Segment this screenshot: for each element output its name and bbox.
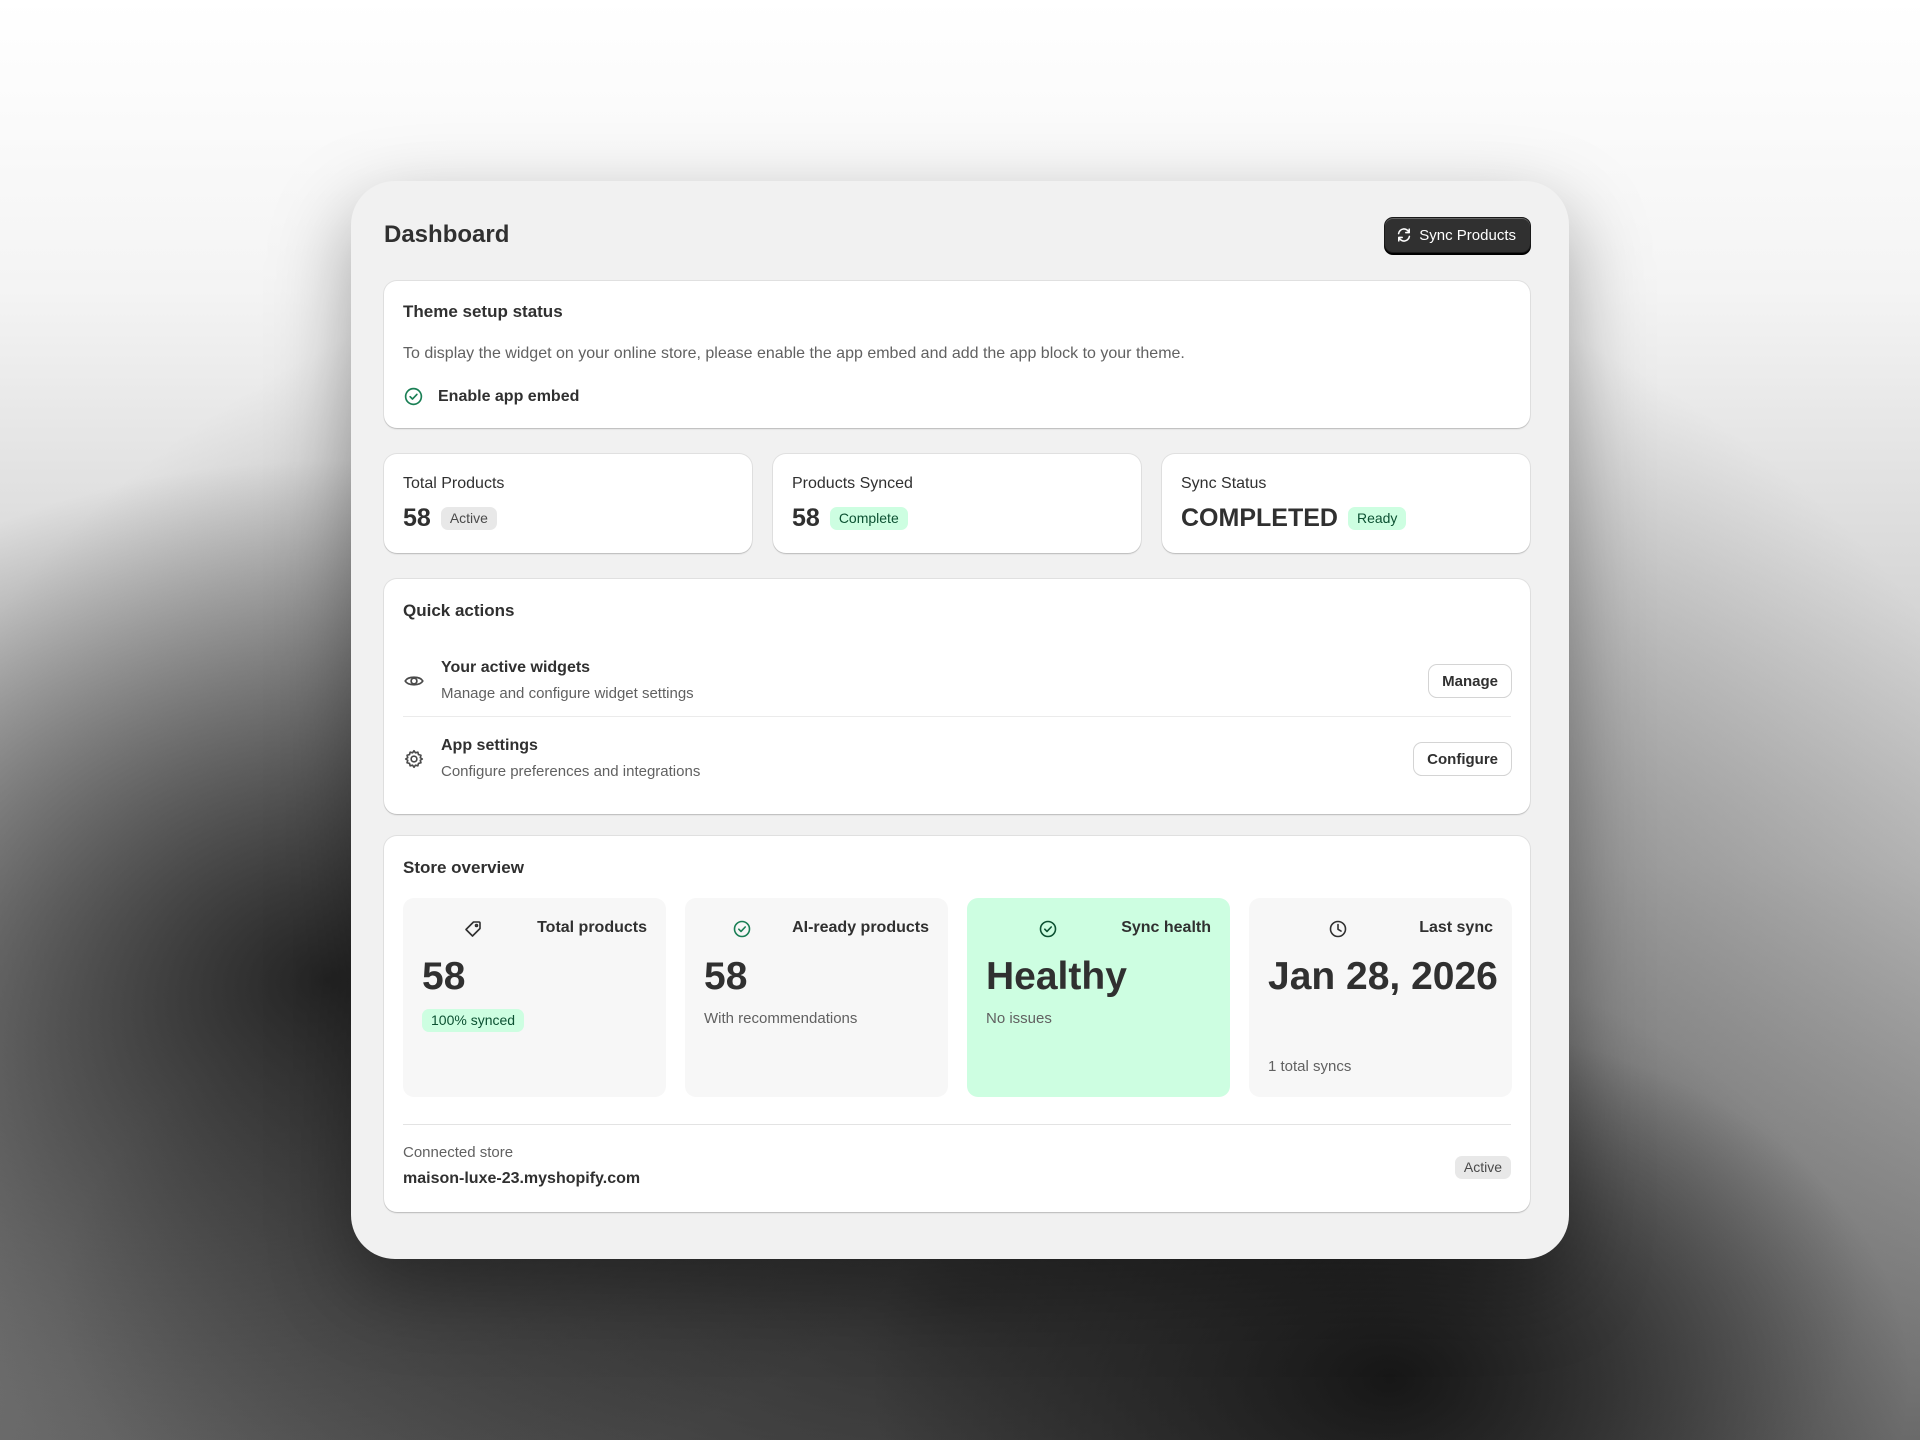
check-circle-icon bbox=[733, 920, 751, 938]
connected-store-label: Connected store bbox=[403, 1144, 514, 1161]
sync-icon bbox=[1398, 228, 1411, 242]
theme-setup-description: To display the widget on your online sto… bbox=[403, 345, 1185, 362]
tile-label: Sync health bbox=[1121, 919, 1211, 936]
tile-value: 58 bbox=[422, 955, 466, 998]
manage-button[interactable]: Manage bbox=[1429, 665, 1511, 697]
tile-value: 58 bbox=[704, 955, 748, 998]
stat-card-products-synced: Products Synced 58 Complete bbox=[773, 454, 1141, 553]
stat-card-sync-status: Sync Status COMPLETED Ready bbox=[1162, 454, 1530, 553]
overview-tile-last-sync: Last sync Jan 28, 2026 1 total syncs bbox=[1249, 898, 1512, 1097]
store-overview-card: Store overview Total products 58 100% sy… bbox=[384, 836, 1530, 1212]
stat-value: COMPLETED bbox=[1181, 504, 1338, 532]
stat-value: 58 bbox=[403, 504, 431, 532]
enable-app-embed-label: Enable app embed bbox=[438, 387, 580, 405]
divider bbox=[403, 1124, 1511, 1125]
quick-action-app-settings: App settings Configure preferences and i… bbox=[403, 724, 1511, 794]
enable-app-embed-item[interactable]: Enable app embed bbox=[403, 386, 579, 407]
quick-actions-card: Quick actions Your active widgets Manage… bbox=[384, 579, 1530, 814]
quick-action-subtitle: Configure preferences and integrations bbox=[441, 763, 701, 780]
synced-badge: 100% synced bbox=[422, 1009, 525, 1032]
overview-tile-sync-health: Sync health Healthy No issues bbox=[967, 898, 1230, 1097]
stat-label: Sync Status bbox=[1181, 475, 1267, 492]
quick-action-widgets: Your active widgets Manage and configure… bbox=[403, 646, 1511, 716]
app-window: Dashboard Sync Products Theme setup stat… bbox=[351, 181, 1569, 1259]
tile-subtext: 1 total syncs bbox=[1268, 1058, 1352, 1075]
overview-tile-ai-ready: AI-ready products 58 With recommendation… bbox=[685, 898, 948, 1097]
gear-icon bbox=[404, 749, 424, 769]
tag-icon bbox=[465, 921, 481, 937]
divider bbox=[403, 716, 1511, 717]
tile-value: Healthy bbox=[986, 955, 1127, 998]
status-badge: Ready bbox=[1347, 507, 1407, 530]
eye-icon bbox=[404, 676, 424, 686]
connected-store-name: maison-luxe-23.myshopify.com bbox=[403, 1170, 641, 1187]
status-badge: Complete bbox=[829, 507, 908, 530]
page-title: Dashboard bbox=[384, 221, 510, 248]
stat-label: Total Products bbox=[403, 475, 505, 492]
store-overview-title: Store overview bbox=[403, 858, 524, 877]
theme-setup-title: Theme setup status bbox=[403, 302, 563, 321]
tile-label: Total products bbox=[537, 919, 647, 936]
clock-icon bbox=[1329, 920, 1347, 938]
page-header: Dashboard Sync Products bbox=[384, 217, 1531, 257]
stat-card-total-products: Total Products 58 Active bbox=[384, 454, 752, 553]
status-badge: Active bbox=[440, 507, 497, 530]
check-circle-icon bbox=[404, 387, 423, 406]
store-status-badge: Active bbox=[1454, 1156, 1511, 1179]
check-circle-icon bbox=[1039, 920, 1057, 938]
tile-value: Jan 28, 2026 bbox=[1268, 955, 1498, 998]
sync-products-button[interactable]: Sync Products bbox=[1384, 217, 1531, 253]
theme-setup-card: Theme setup status To display the widget… bbox=[384, 281, 1530, 428]
quick-action-subtitle: Manage and configure widget settings bbox=[441, 685, 694, 702]
quick-actions-title: Quick actions bbox=[403, 601, 515, 620]
stat-label: Products Synced bbox=[792, 475, 913, 492]
quick-action-title: Your active widgets bbox=[441, 659, 591, 676]
configure-button[interactable]: Configure bbox=[1414, 743, 1511, 775]
tile-subtext: With recommendations bbox=[704, 1010, 858, 1027]
quick-action-title: App settings bbox=[441, 737, 538, 754]
tile-label: Last sync bbox=[1419, 919, 1493, 936]
overview-tile-total-products: Total products 58 100% synced bbox=[403, 898, 666, 1097]
sync-products-label: Sync Products bbox=[1419, 226, 1516, 244]
tile-label: AI-ready products bbox=[792, 919, 929, 936]
tile-subtext: No issues bbox=[986, 1010, 1052, 1027]
stat-value: 58 bbox=[792, 504, 820, 532]
